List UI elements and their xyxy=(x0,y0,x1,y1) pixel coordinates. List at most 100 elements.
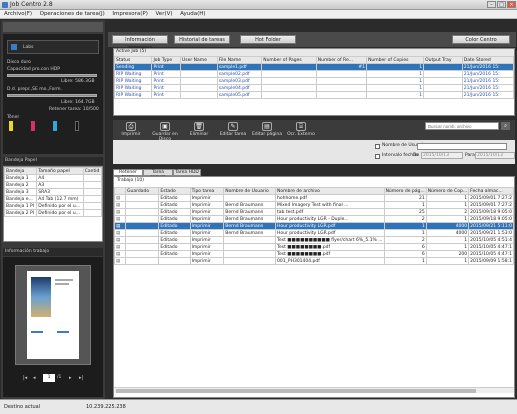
col-fecha[interactable]: Fecha almac... xyxy=(468,187,514,195)
next-page-icon[interactable]: ▸ xyxy=(69,375,75,381)
prev-page-icon[interactable]: ◂ xyxy=(33,375,39,381)
search-input[interactable] xyxy=(425,122,499,130)
edit-job-button[interactable]: ✎ Editar tarea xyxy=(217,121,249,139)
tab-segura[interactable]: Tarea segura xyxy=(143,169,173,180)
col-number-re[interactable]: Number of Re... xyxy=(315,56,368,64)
tray-row[interactable]: Bandeja 2 A3 xyxy=(3,181,103,189)
job-row[interactable]: ▤ Editado Imprimir Bernd Braumann Mixed Imag… xyxy=(113,201,514,209)
toner-black xyxy=(75,121,79,131)
job-row[interactable]: ▤ Editado Imprimir Bernd Braumann tab test.p… xyxy=(113,208,514,216)
menu-operaciones[interactable]: Operaciones de tarea(J) xyxy=(40,10,105,19)
active-job-title: Active Job (5) xyxy=(114,49,514,56)
menu-impresora[interactable]: Impresora(P) xyxy=(112,10,147,19)
save-to-disk-button[interactable]: ▣Guardar en Disco xyxy=(149,121,181,142)
active-job-table: Status Job Type User Name File Name Numb… xyxy=(113,56,515,99)
tray-col-qty[interactable]: Cantid xyxy=(82,167,103,175)
job-doc-icon: ▤ xyxy=(116,209,121,215)
user-filter-checkbox[interactable] xyxy=(375,144,380,149)
page-total: /1 xyxy=(57,375,62,380)
tray-row[interactable]: Bandeja 2 PI Definido por el u... xyxy=(3,209,103,217)
ocr-button[interactable]: ⌸ Ocr. Externo xyxy=(285,121,317,139)
tray-row[interactable]: Bandeja 1 A4 xyxy=(3,174,103,182)
jobs-table: Guardado Estado Tipo tarea Nombre de Usu… xyxy=(113,187,514,265)
col-output-tray[interactable]: Output Tray xyxy=(423,56,463,64)
job-row[interactable]: ▤ Editado Imprimir Bernd Braumann Hour produ… xyxy=(113,215,514,223)
filter-area: Nombre de Usuario Intervalo fechas De 20… xyxy=(113,140,515,164)
close-icon[interactable]: × xyxy=(507,1,516,8)
first-page-icon[interactable]: |◂ xyxy=(23,375,29,381)
job-toolbar: ⎙Imprimir ▣Guardar en Disco 🗑Eliminar ✎E… xyxy=(113,120,515,142)
job-row[interactable]: ▤ Editado Imprimir Bernd Braumann Hour produ… xyxy=(113,222,514,230)
dep-bar xyxy=(7,94,97,97)
last-page-icon[interactable]: ▸| xyxy=(79,375,85,381)
user-filter-input[interactable] xyxy=(417,143,507,150)
col-pages[interactable]: Number of Pages xyxy=(261,56,317,64)
app-title: Job Centro 2.8 xyxy=(10,1,53,8)
job-doc-icon: ▤ xyxy=(116,223,121,229)
col-estado[interactable]: Estado xyxy=(158,187,191,195)
tray-row[interactable]: Bandeja 3 SRA3 xyxy=(3,188,103,196)
active-job-row[interactable]: RIP Waiting Print sample04.pdf 1 21/Jun/2016… xyxy=(113,84,515,92)
col-status[interactable]: Status xyxy=(113,56,153,64)
job-row[interactable]: ▤ Editado Imprimir Test ■■■■■■■■.pdf 6 200 201… xyxy=(113,250,514,258)
tab-historial[interactable]: Historial de tareas xyxy=(174,35,230,44)
trash-icon: 🗑 xyxy=(194,122,204,131)
horizontal-scrollbar[interactable] xyxy=(114,387,514,393)
menu-archivo[interactable]: Archivo(F) xyxy=(4,10,32,19)
maximize-icon[interactable]: □ xyxy=(497,1,506,8)
col-file-name[interactable]: File Name xyxy=(216,56,263,64)
job-doc-icon: ▤ xyxy=(116,230,121,236)
tab-retener[interactable]: Retener tarea xyxy=(113,169,143,180)
col-archivo[interactable]: Nombre de archivo xyxy=(275,187,385,195)
tray-col-size[interactable]: Tamaño papel xyxy=(36,167,84,175)
page-input[interactable]: 1 xyxy=(43,374,55,382)
minimize-icon[interactable]: – xyxy=(487,1,496,8)
active-job-row[interactable]: RIP Waiting Print sample02.pdf 1 21/Jun/2016… xyxy=(113,70,515,78)
active-job-row[interactable]: RIP Waiting Print sample03.pdf 1 21/Jun/2016… xyxy=(113,77,515,85)
col-copies[interactable]: Number of Copies xyxy=(366,56,425,64)
date-from-input[interactable]: 2015/10/13 xyxy=(421,152,463,159)
col-guardado[interactable]: Guardado xyxy=(125,187,160,195)
disk-bar xyxy=(7,74,97,77)
tab-hdd[interactable]: Tarea HDD xyxy=(173,169,201,176)
active-job-row[interactable]: RIP Waiting Print sample05.pdf 1 21/Jun/2016… xyxy=(113,91,515,99)
date-from-label: De xyxy=(413,153,420,158)
tray-panel: Bandeja Tamaño papel Cantid Bandeja 1 A4 Ba… xyxy=(3,166,103,242)
tray-row[interactable]: Bandeja 1 PI Definido por el u... xyxy=(3,202,103,210)
info-title: Información trabajo xyxy=(3,248,103,256)
job-row[interactable]: ▤ Editado Imprimir Bernd Braumann Hour produ… xyxy=(113,229,514,237)
search-icon[interactable]: ⌕ xyxy=(501,122,510,130)
tab-hot-folder[interactable]: Hot Folder xyxy=(240,35,296,44)
job-row[interactable]: ▤ Editado Imprimir Test ■■■■■■■■■■ flyer/ch… xyxy=(113,236,514,244)
menu-ayuda[interactable]: Ayuda(H) xyxy=(180,10,205,19)
active-job-row[interactable]: Sending Print sample1.pdf #1 1 21/Jun/2016 15… xyxy=(113,63,515,71)
printer-name: Labs xyxy=(23,45,34,50)
col-user-name[interactable]: User Name xyxy=(179,56,218,64)
print-button[interactable]: ⎙ Imprimir xyxy=(115,121,147,139)
date-to-input[interactable]: 2015/10/13 xyxy=(475,152,515,159)
menu-ver[interactable]: Ver(V) xyxy=(155,10,172,19)
tab-info-impresora[interactable]: Información impresora xyxy=(112,35,168,51)
job-doc-icon: ▤ xyxy=(116,237,121,243)
date-filter-checkbox[interactable] xyxy=(375,154,380,159)
edit-page-button[interactable]: ▤ Editar página xyxy=(251,121,283,139)
job-row[interactable]: ▤ Imprimir 001_PH301404.pdf 1 1 2015/09/09 1:… xyxy=(113,257,514,265)
active-job-panel: Active Job (5) Status Job Type User Name… xyxy=(113,48,515,116)
tray-col-bandeja[interactable]: Bandeja xyxy=(3,167,38,175)
delete-button[interactable]: 🗑 Eliminar xyxy=(183,121,215,139)
tray-row[interactable]: Bandeja e... A4 Tab (12.7 mm) xyxy=(3,195,103,203)
preview-panel: |◂ ◂ 1 /1 ▸ ▸| xyxy=(3,257,103,397)
job-doc-icon: ▤ xyxy=(116,202,121,208)
job-row[interactable]: ▤ Editado Imprimir Test ■■■■■■■■.pdf 6 1 2015/… xyxy=(113,243,514,251)
job-row[interactable]: ▤ Editado Imprimir hohhome.pdf 21 1 2015/09/01… xyxy=(113,194,514,202)
col-copias[interactable]: Número de Cop... xyxy=(425,187,470,195)
col-paginas[interactable]: Número de pág... xyxy=(383,187,427,195)
col-tipo[interactable]: Tipo tarea xyxy=(189,187,225,195)
ocr-icon: ⌸ xyxy=(296,122,306,131)
col-usuario[interactable]: Nombre de Usuario xyxy=(223,187,277,195)
tab-color-centro[interactable]: Color Centro xyxy=(452,35,510,44)
col-job-type[interactable]: Job Type xyxy=(151,56,181,64)
col-date-stored[interactable]: Date Stored xyxy=(461,56,515,64)
preview-image xyxy=(31,277,51,317)
save-icon: ▣ xyxy=(160,122,170,131)
